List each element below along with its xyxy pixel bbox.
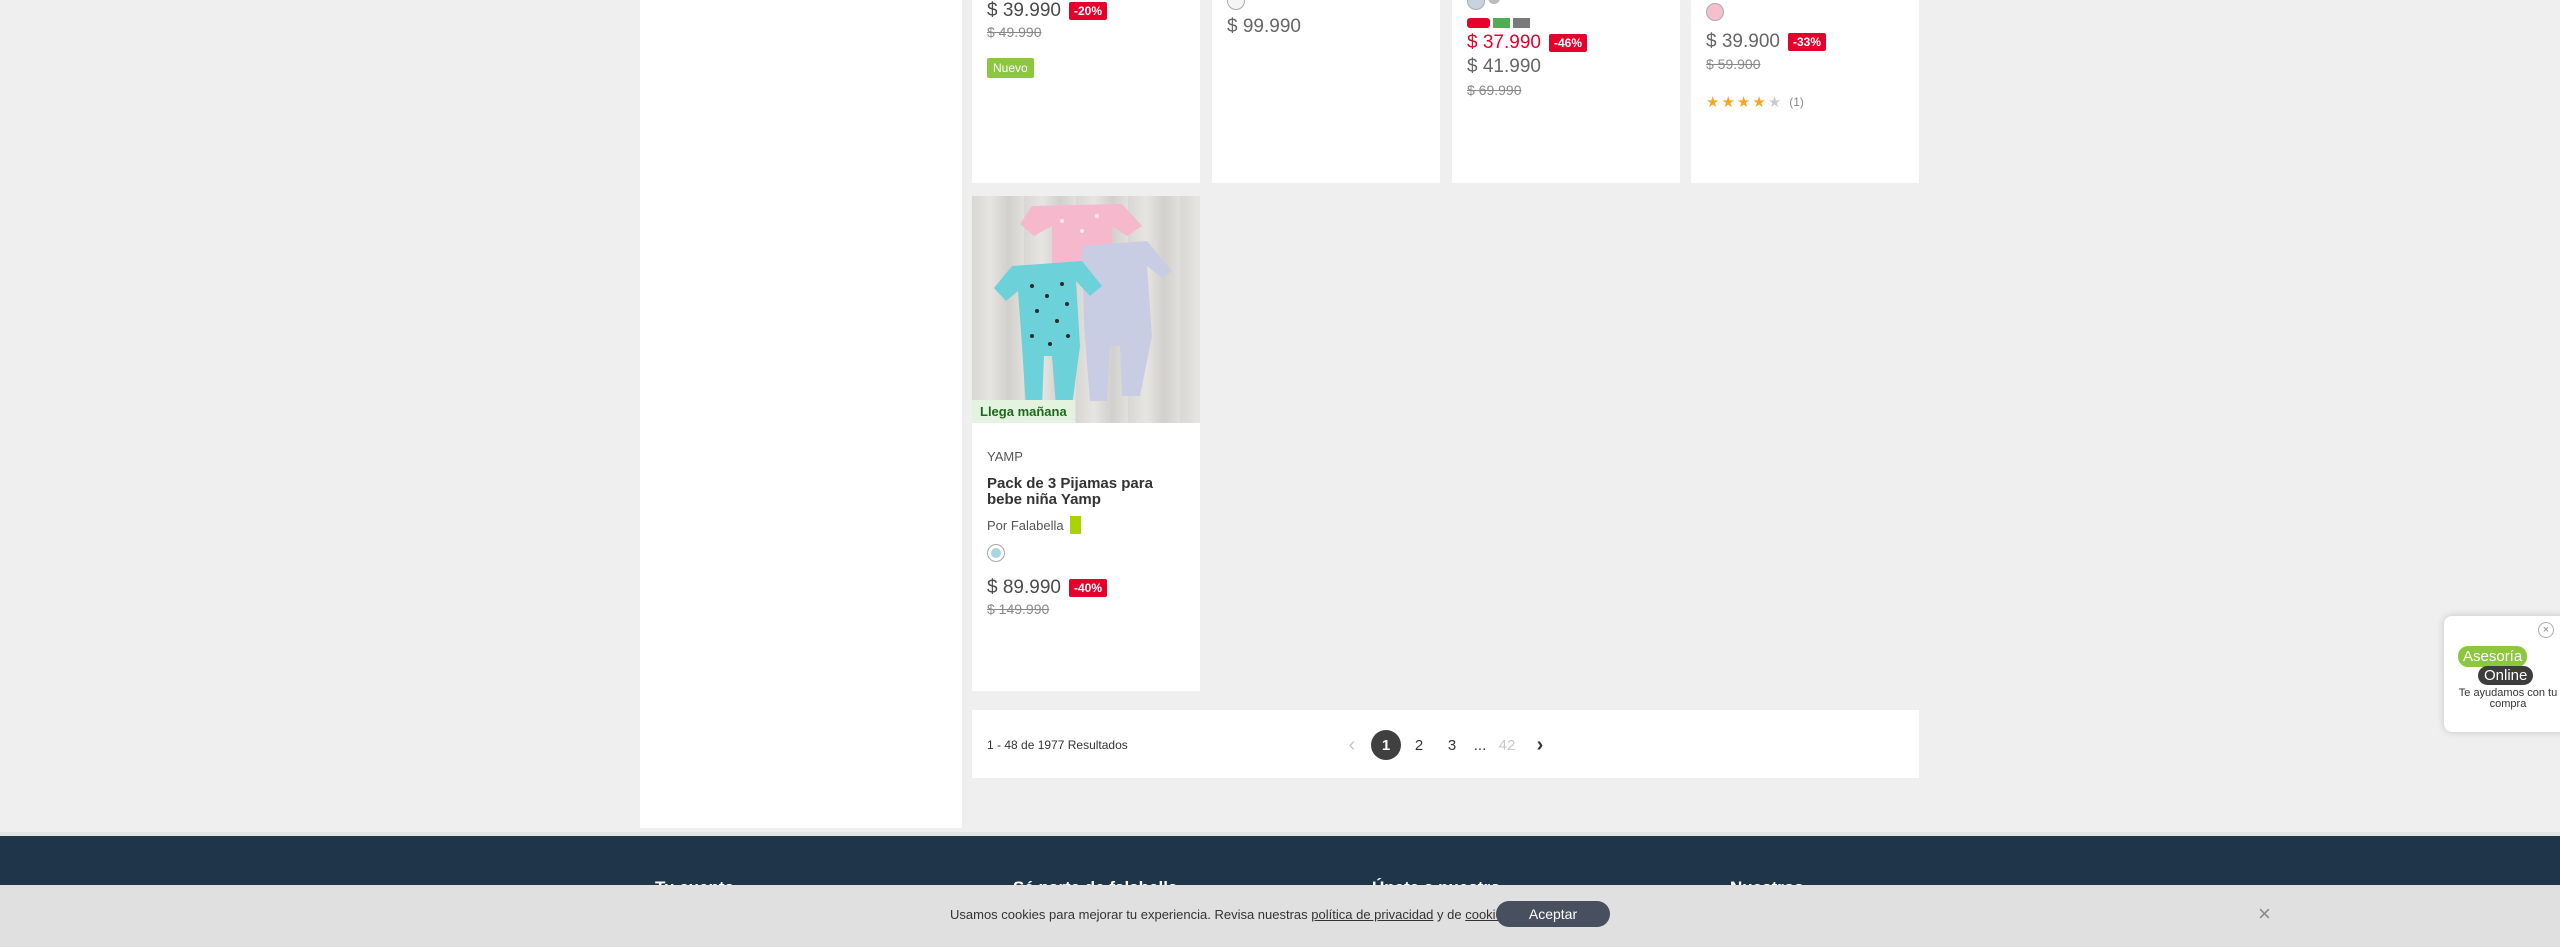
star-icon: ★ — [1721, 94, 1735, 111]
discount-badge: -46% — [1548, 34, 1587, 52]
product-price: $ 37.990 — [1467, 32, 1541, 53]
discount-badge: -20% — [1068, 2, 1107, 20]
chat-widget[interactable]: × Asesoría Online Te ayudamos con tu com… — [2444, 616, 2560, 732]
pagination-ellipsis: ... — [1473, 736, 1487, 754]
color-swatch[interactable] — [1467, 0, 1485, 10]
rating-count: (1) — [1789, 95, 1804, 109]
discount-badge: -33% — [1787, 33, 1826, 51]
product-price-secondary: $ 41.990 — [1467, 56, 1541, 77]
product-brand: YAMP — [987, 449, 1023, 464]
close-icon[interactable]: × — [2538, 622, 2554, 638]
seller-row: Por Falabella — [987, 516, 1185, 534]
star-icon: ★ — [1767, 94, 1782, 111]
color-swatch[interactable] — [1706, 3, 1724, 21]
product-image[interactable]: Llega mañana — [972, 196, 1200, 423]
chat-label: Asesoría — [2458, 646, 2528, 667]
star-icon: ★ — [1706, 94, 1720, 111]
rating-stars: ★ ★ ★ ★ ★ (1) — [1706, 93, 1804, 111]
price-block: $ 39.990 -20% $ 49.990 Nuevo — [987, 0, 1107, 78]
card-icon — [1513, 18, 1530, 28]
product-card[interactable]: $ 37.990 -46% $ 41.990 $ 69.990 — [1452, 0, 1680, 183]
privacy-policy-link[interactable]: política de privacidad — [1311, 907, 1433, 922]
product-price: $ 99.990 — [1227, 16, 1301, 37]
chat-subtitle: Te ayudamos con tu compra — [2458, 687, 2558, 710]
pajamas-illustration — [994, 204, 1172, 408]
old-price: $ 69.990 — [1467, 82, 1522, 98]
old-price: $ 49.990 — [987, 24, 1042, 40]
card-icon — [1493, 18, 1510, 28]
product-card[interactable]: $ 39.990 -20% $ 49.990 Nuevo — [972, 0, 1200, 183]
accept-cookies-button[interactable]: Aceptar — [1496, 901, 1610, 927]
product-price: $ 39.990 — [987, 0, 1061, 21]
next-page-icon[interactable]: › — [1525, 730, 1555, 760]
seller-name: Por Falabella — [987, 517, 1064, 533]
color-swatch[interactable] — [987, 544, 1005, 562]
old-price: $ 149.990 — [987, 601, 1050, 617]
last-page-button[interactable]: 42 — [1492, 730, 1522, 760]
product-card[interactable]: $ 99.990 — [1212, 0, 1440, 183]
payment-icons — [1467, 18, 1530, 28]
cookie-banner: Usamos cookies para mejorar tu experienc… — [0, 885, 2560, 947]
product-price: $ 39.900 — [1706, 31, 1780, 52]
results-count: 1 - 48 de 1977 Resultados — [987, 738, 1128, 752]
star-icon: ★ — [1752, 94, 1766, 111]
product-card[interactable]: $ 39.900 -33% $ 59.900 ★ ★ ★ ★ ★ (1) — [1691, 0, 1919, 183]
product-card[interactable]: Llega mañana YAMP Pack de 3 Pijamas para… — [972, 196, 1200, 691]
close-icon[interactable]: × — [2258, 901, 2271, 927]
pagination-bar: 1 - 48 de 1977 Resultados ‹ 1 2 3 ... 42… — [972, 710, 1919, 778]
falabella-icon — [1069, 516, 1081, 534]
product-price: $ 89.990 — [987, 577, 1061, 598]
product-name[interactable]: Pack de 3 Pijamas para bebe niña Yamp — [987, 476, 1185, 508]
star-icon: ★ — [1736, 94, 1751, 111]
prev-page-icon[interactable]: ‹ — [1337, 730, 1367, 760]
cookie-text: Usamos cookies para mejorar tu experienc… — [950, 907, 1312, 922]
cookie-message: Usamos cookies para mejorar tu experienc… — [950, 907, 1513, 922]
cmr-icon — [1467, 18, 1490, 28]
cookie-text: y de — [1433, 907, 1466, 922]
old-price: $ 59.900 — [1706, 56, 1761, 72]
page-1-button[interactable]: 1 — [1371, 730, 1401, 760]
color-swatch[interactable] — [1227, 0, 1245, 10]
page-3-button[interactable]: 3 — [1437, 730, 1467, 760]
color-swatch[interactable] — [1488, 0, 1500, 4]
filter-sidebar — [640, 0, 962, 828]
page-2-button[interactable]: 2 — [1404, 730, 1434, 760]
discount-badge: -40% — [1068, 579, 1107, 597]
new-badge: Nuevo — [987, 58, 1034, 78]
delivery-badge: Llega mañana — [972, 400, 1075, 423]
chat-label: Online — [2478, 666, 2534, 685]
